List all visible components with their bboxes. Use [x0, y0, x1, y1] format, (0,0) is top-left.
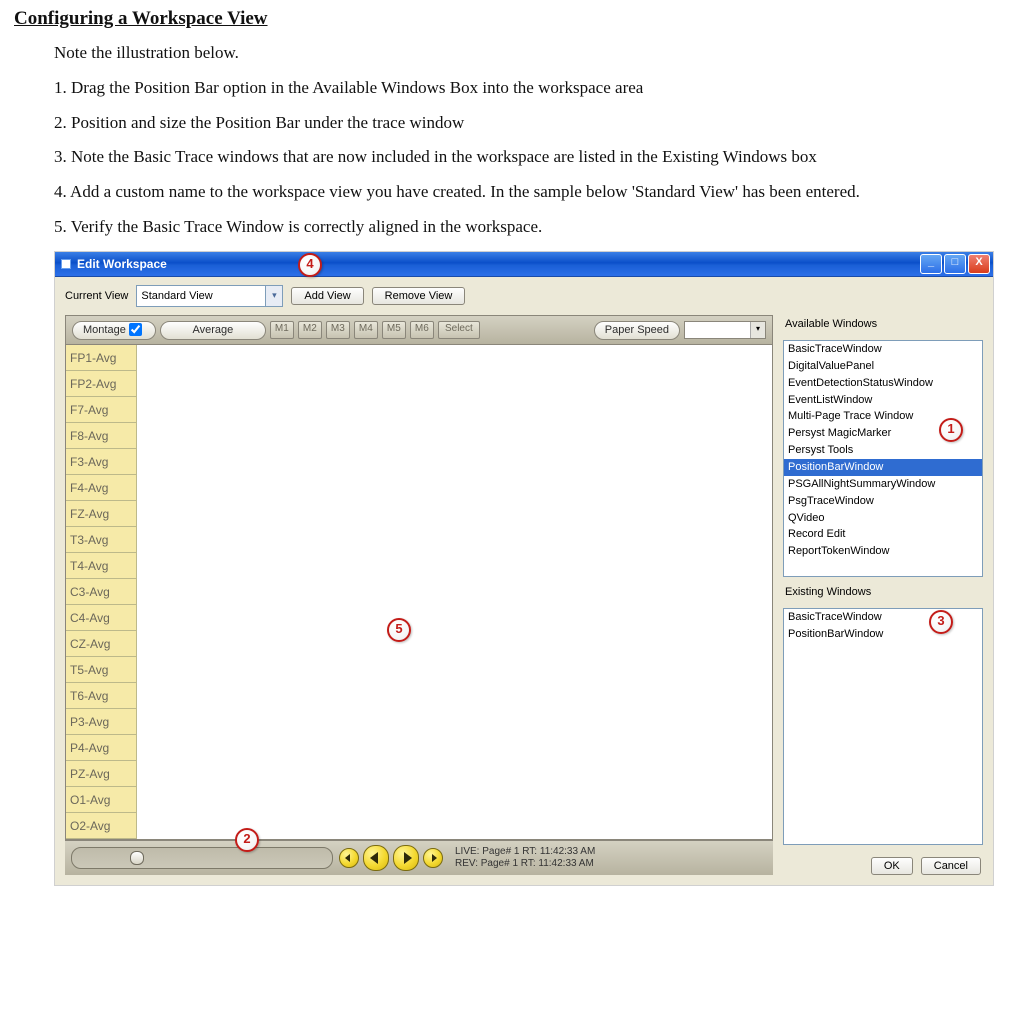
channel-label[interactable]: T3-Avg: [66, 527, 136, 553]
live-status: LIVE: Page# 1 RT: 11:42:33 AM: [455, 846, 595, 858]
channel-label[interactable]: PZ-Avg: [66, 761, 136, 787]
doc-step-5: 5. Verify the Basic Trace Window is corr…: [54, 216, 984, 239]
doc-step-2: 2. Position and size the Position Bar un…: [54, 112, 984, 135]
m3-button[interactable]: M3: [326, 321, 350, 339]
available-windows-list[interactable]: BasicTraceWindow DigitalValuePanel Event…: [783, 340, 983, 577]
client-area: Current View ▾ Add View Remove View Mont…: [55, 277, 993, 885]
next-page-button[interactable]: [393, 845, 419, 871]
list-item[interactable]: PositionBarWindow: [784, 459, 982, 476]
screenshot: Edit Workspace _ □ X Current View ▾ Add …: [54, 251, 994, 886]
current-view-combo[interactable]: ▾: [136, 285, 283, 307]
list-item[interactable]: Record Edit: [784, 526, 982, 543]
trace-window[interactable]: Montage Average M1 M2 M3 M4 M5 M6 Select: [65, 315, 773, 840]
paper-speed-label: Paper Speed: [594, 321, 680, 340]
maximize-button[interactable]: □: [944, 254, 966, 274]
doc-step-4: 4. Add a custom name to the workspace vi…: [54, 181, 984, 204]
cancel-button[interactable]: Cancel: [921, 857, 981, 875]
channel-label[interactable]: CZ-Avg: [66, 631, 136, 657]
channel-label[interactable]: P3-Avg: [66, 709, 136, 735]
ok-button[interactable]: OK: [871, 857, 913, 875]
channel-label[interactable]: C4-Avg: [66, 605, 136, 631]
add-view-button[interactable]: Add View: [291, 287, 363, 305]
list-item[interactable]: DigitalValuePanel: [784, 358, 982, 375]
scrub-track[interactable]: [71, 847, 333, 869]
position-bar[interactable]: LIVE: Page# 1 RT: 11:42:33 AM REV: Page#…: [65, 840, 773, 875]
select-button[interactable]: Select: [438, 321, 480, 339]
doc-step-3: 3. Note the Basic Trace windows that are…: [54, 146, 984, 169]
list-item[interactable]: PositionBarWindow: [784, 626, 982, 643]
doc-heading: Configuring a Workspace View: [14, 6, 1005, 32]
montage-checkbox[interactable]: [129, 323, 142, 336]
list-item[interactable]: EventListWindow: [784, 392, 982, 409]
current-view-label: Current View: [65, 289, 128, 304]
channel-label[interactable]: FZ-Avg: [66, 501, 136, 527]
m2-button[interactable]: M2: [298, 321, 322, 339]
channel-list: FP1-Avg FP2-Avg F7-Avg F8-Avg F3-Avg F4-…: [66, 345, 137, 839]
doc-intro: Note the illustration below.: [54, 42, 984, 65]
montage-chip[interactable]: Montage: [72, 321, 156, 340]
channel-label[interactable]: F8-Avg: [66, 423, 136, 449]
m4-button[interactable]: M4: [354, 321, 378, 339]
m6-button[interactable]: M6: [410, 321, 434, 339]
list-item[interactable]: QVideo: [784, 510, 982, 527]
paper-speed-combo[interactable]: ▾: [684, 321, 766, 339]
trace-body: FP1-Avg FP2-Avg F7-Avg F8-Avg F3-Avg F4-…: [66, 345, 772, 839]
rev-status: REV: Page# 1 RT: 11:42:33 AM: [455, 858, 595, 870]
montage-select[interactable]: Average: [160, 321, 266, 340]
titlebar: Edit Workspace _ □ X: [55, 252, 993, 277]
list-item[interactable]: Persyst Tools: [784, 442, 982, 459]
m1-button[interactable]: M1: [270, 321, 294, 339]
current-view-input[interactable]: [137, 286, 265, 306]
montage-label: Montage: [83, 324, 126, 336]
channel-label[interactable]: C3-Avg: [66, 579, 136, 605]
channel-label[interactable]: T5-Avg: [66, 657, 136, 683]
window-title: Edit Workspace: [77, 256, 167, 272]
app-icon: [61, 259, 71, 269]
channel-label[interactable]: O2-Avg: [66, 813, 136, 839]
trace-canvas[interactable]: [137, 345, 772, 839]
list-item[interactable]: EventDetectionStatusWindow: [784, 375, 982, 392]
list-item[interactable]: PSGAllNightSummaryWindow: [784, 476, 982, 493]
channel-label[interactable]: T6-Avg: [66, 683, 136, 709]
doc-step-1: 1. Drag the Position Bar option in the A…: [54, 77, 984, 100]
remove-view-button[interactable]: Remove View: [372, 287, 466, 305]
existing-windows-label: Existing Windows: [785, 585, 983, 600]
list-item[interactable]: ReportTokenWindow: [784, 543, 982, 560]
prev-page-button[interactable]: [363, 845, 389, 871]
step-back-icon[interactable]: [339, 848, 359, 868]
step-forward-icon[interactable]: [423, 848, 443, 868]
m5-button[interactable]: M5: [382, 321, 406, 339]
list-item[interactable]: PsgTraceWindow: [784, 493, 982, 510]
channel-label[interactable]: T4-Avg: [66, 553, 136, 579]
trace-toolbar: Montage Average M1 M2 M3 M4 M5 M6 Select: [66, 316, 772, 345]
channel-label[interactable]: FP2-Avg: [66, 371, 136, 397]
scrub-thumb[interactable]: [130, 851, 144, 865]
chevron-down-icon[interactable]: ▾: [750, 322, 765, 338]
close-button[interactable]: X: [968, 254, 990, 274]
existing-windows-list[interactable]: BasicTraceWindow PositionBarWindow: [783, 608, 983, 845]
list-item[interactable]: BasicTraceWindow: [784, 341, 982, 358]
available-windows-label: Available Windows: [785, 317, 983, 332]
view-controls-row: Current View ▾ Add View Remove View: [55, 277, 993, 309]
channel-label[interactable]: P4-Avg: [66, 735, 136, 761]
minimize-button[interactable]: _: [920, 254, 942, 274]
channel-label[interactable]: F7-Avg: [66, 397, 136, 423]
position-status: LIVE: Page# 1 RT: 11:42:33 AM REV: Page#…: [455, 846, 595, 870]
channel-label[interactable]: F4-Avg: [66, 475, 136, 501]
chevron-down-icon[interactable]: ▾: [265, 286, 282, 306]
channel-label[interactable]: F3-Avg: [66, 449, 136, 475]
channel-label[interactable]: FP1-Avg: [66, 345, 136, 371]
channel-label[interactable]: O1-Avg: [66, 787, 136, 813]
